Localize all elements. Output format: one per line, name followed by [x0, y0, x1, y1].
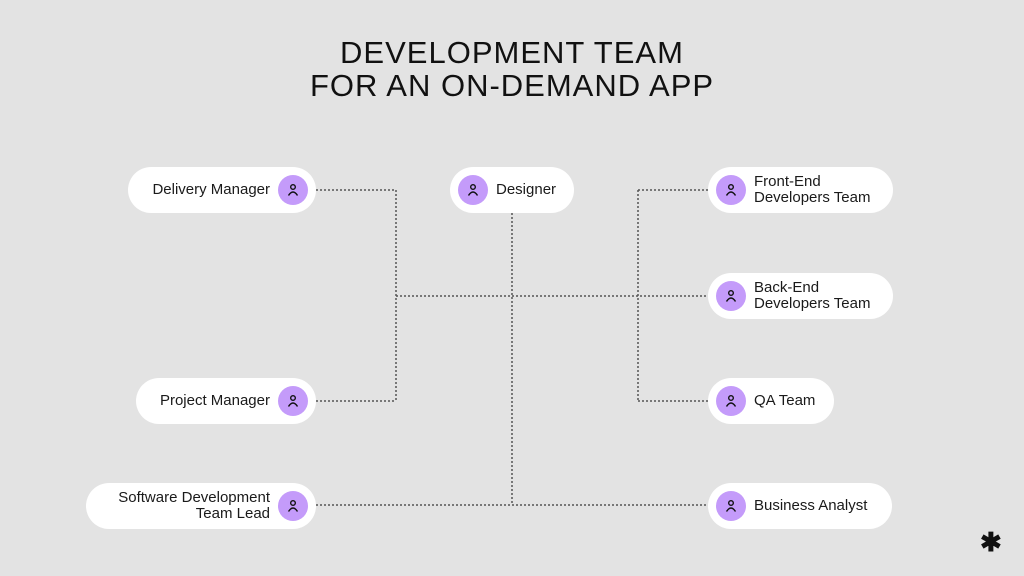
person-icon — [278, 175, 308, 205]
node-label: Delivery Manager — [152, 181, 270, 198]
node-label: Front-End Developers Team — [754, 174, 870, 206]
person-icon — [716, 491, 746, 521]
node-frontend-team[interactable]: Front-End Developers Team — [708, 167, 893, 213]
node-label: Back-End Developers Team — [754, 280, 870, 312]
node-label: Software Development Team Lead — [118, 490, 270, 522]
person-icon — [278, 386, 308, 416]
person-icon — [716, 386, 746, 416]
node-label-line-1: Software Development — [118, 489, 270, 506]
node-delivery-manager[interactable]: Delivery Manager — [128, 167, 316, 213]
node-label-line-2: Developers Team — [754, 295, 871, 312]
node-label-line-1: Back-End — [754, 279, 820, 296]
person-icon — [458, 175, 488, 205]
node-project-manager[interactable]: Project Manager — [136, 378, 316, 424]
node-label-line-2: Developers Team — [754, 189, 871, 206]
asterisk-logo-icon: ✱ — [980, 527, 1002, 557]
node-label: Project Manager — [159, 392, 270, 409]
person-icon — [278, 491, 308, 521]
node-label: QA Team — [754, 392, 816, 409]
node-backend-team[interactable]: Back-End Developers Team — [708, 273, 893, 319]
node-label: Designer — [496, 181, 557, 198]
node-qa-team[interactable]: QA Team — [708, 378, 834, 424]
node-label: Business Analyst — [754, 497, 868, 514]
person-icon — [716, 281, 746, 311]
node-business-analyst[interactable]: Business Analyst — [708, 483, 892, 529]
node-label-line-1: Front-End — [754, 173, 821, 190]
node-label-line-2: Team Lead — [195, 505, 270, 522]
person-icon — [716, 175, 746, 205]
node-team-lead[interactable]: Software Development Team Lead — [86, 483, 316, 529]
node-designer[interactable]: Designer — [450, 167, 574, 213]
